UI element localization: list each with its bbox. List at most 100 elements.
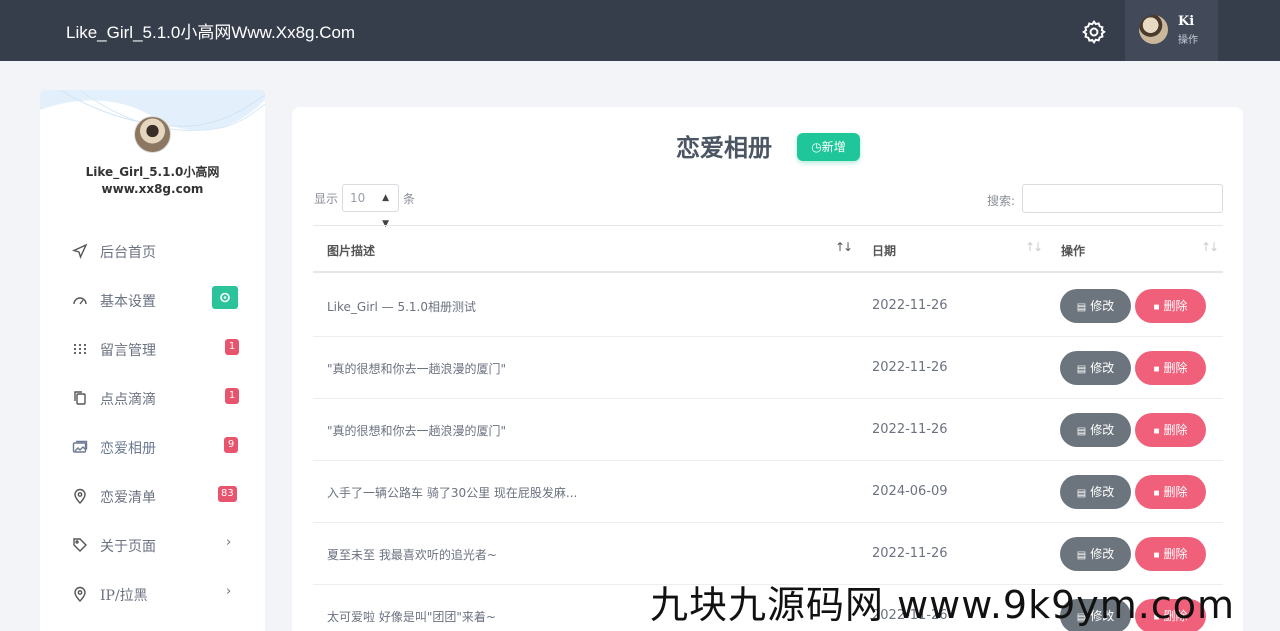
- edit-label: 修改: [1090, 547, 1115, 561]
- edit-button[interactable]: ▤ 修改: [1060, 351, 1131, 385]
- check-circle-icon: ◷: [811, 140, 822, 154]
- sidebar-item-label: 关于页面: [100, 539, 156, 555]
- edit-button[interactable]: ▤ 修改: [1060, 475, 1131, 509]
- sidebar-item-moments[interactable]: 点点滴滴 1: [40, 374, 265, 422]
- edit-button[interactable]: ▤ 修改: [1060, 289, 1131, 323]
- sidebar-item-about[interactable]: 关于页面 ›: [40, 521, 265, 569]
- table-row: "真的很想和你去一趟浪漫的厦门" 2022-11-26 ▤ 修改 ■ 删除: [313, 399, 1223, 461]
- site-avatar: [134, 116, 171, 153]
- sidebar-item-list[interactable]: 恋爱清单 83: [40, 472, 265, 520]
- sidebar-item-home[interactable]: 后台首页: [40, 227, 265, 275]
- edit-icon: ▤: [1076, 302, 1087, 313]
- column-header-date[interactable]: 日期: [872, 242, 896, 259]
- user-role: 操作: [1178, 35, 1198, 46]
- cell-description: "真的很想和你去一趟浪漫的厦门": [327, 362, 507, 376]
- location-pin-icon: [74, 586, 86, 602]
- chevron-right-icon: ›: [226, 584, 232, 599]
- cell-date: 2024-06-09: [872, 484, 948, 499]
- page-title: 恋爱相册: [676, 133, 772, 162]
- photo-icon: [72, 440, 88, 453]
- cell-description: Like_Girl — 5.1.0相册测试: [327, 300, 476, 314]
- grid-dots-icon: [73, 343, 87, 355]
- cell-description: "真的很想和你去一趟浪漫的厦门": [327, 424, 507, 438]
- page-length-select[interactable]: 10 ▲ ▼: [342, 184, 399, 229]
- search-label: 搜索:: [987, 194, 1016, 208]
- column-header-desc[interactable]: 图片描述: [327, 242, 375, 259]
- cell-date: 2022-11-26: [872, 422, 948, 437]
- sidebar-item-label: 点点滴滴: [100, 392, 156, 408]
- cell-description: 夏至未至 我最喜欢听的追光者~: [327, 548, 497, 562]
- gauge-icon: [73, 297, 87, 305]
- table-row: "真的很想和你去一趟浪漫的厦门" 2022-11-26 ▤ 修改 ■ 删除: [313, 337, 1223, 399]
- edit-icon: ▤: [1076, 364, 1087, 375]
- delete-label: 删除: [1163, 361, 1188, 375]
- sidebar-item-messages[interactable]: 留言管理 1: [40, 325, 265, 373]
- paper-plane-icon: [72, 243, 88, 259]
- sort-icon[interactable]: ↑↓: [835, 240, 853, 254]
- cell-date: 2022-11-26: [872, 298, 948, 313]
- count-badge: 1: [225, 339, 239, 355]
- chevron-right-icon: ›: [226, 535, 232, 550]
- delete-label: 删除: [1163, 423, 1188, 437]
- delete-button[interactable]: ■ 删除: [1135, 351, 1206, 385]
- gear-icon[interactable]: [1081, 19, 1107, 45]
- search-input[interactable]: [1022, 184, 1223, 213]
- user-menu[interactable]: Ki 操作: [1125, 0, 1218, 61]
- sort-icon[interactable]: ↑↓: [1201, 240, 1219, 254]
- edit-label: 修改: [1090, 299, 1115, 313]
- sidebar-item-label: 恋爱相册: [100, 441, 156, 457]
- edit-label: 修改: [1090, 361, 1115, 375]
- trash-icon: ■: [1153, 364, 1160, 375]
- settings-icon: [220, 292, 230, 303]
- count-badge: 83: [218, 486, 237, 502]
- sidebar-item-label: IP/拉黑: [100, 588, 148, 604]
- settings-badge: [212, 286, 238, 309]
- delete-button[interactable]: ■ 删除: [1135, 537, 1206, 571]
- cell-date: 2022-11-26: [872, 546, 948, 561]
- watermark-text: 九块九源码网 www.9k9ym.com: [650, 583, 1236, 627]
- length-suffix: 条: [403, 192, 416, 206]
- tag-icon: [73, 538, 87, 552]
- delete-button[interactable]: ■ 删除: [1135, 475, 1206, 509]
- edit-icon: ▤: [1076, 426, 1087, 437]
- sort-icon[interactable]: ↑↓: [1025, 240, 1043, 254]
- edit-icon: ▤: [1076, 488, 1087, 499]
- copy-icon: [74, 391, 86, 405]
- sidebar-item-settings[interactable]: 基本设置: [40, 276, 265, 324]
- delete-button[interactable]: ■ 删除: [1135, 289, 1206, 323]
- delete-button[interactable]: ■ 删除: [1135, 413, 1206, 447]
- delete-label: 删除: [1163, 547, 1188, 561]
- edit-button[interactable]: ▤ 修改: [1060, 413, 1131, 447]
- cell-description: 入手了一辆公路车 骑了30公里 现在屁股发麻...: [327, 486, 578, 500]
- sidebar: Like_Girl_5.1.0小高网 www.xx8g.com 后台首页 基本设…: [40, 90, 265, 631]
- add-button-label: 新增: [821, 140, 846, 154]
- delete-label: 删除: [1163, 485, 1188, 499]
- site-url: www.xx8g.com: [101, 182, 204, 196]
- cell-description: 太可爱啦 好像是叫"团团"来着~: [327, 610, 496, 624]
- trash-icon: ■: [1153, 302, 1160, 313]
- top-navbar: Like_Girl_5.1.0小高网Www.Xx8g.Com Ki 操作: [0, 0, 1280, 61]
- user-name: Ki: [1178, 14, 1195, 29]
- sidebar-item-album[interactable]: 恋爱相册 9: [40, 423, 265, 471]
- trash-icon: ■: [1153, 550, 1160, 561]
- edit-button[interactable]: ▤ 修改: [1060, 537, 1131, 571]
- count-badge: 1: [225, 388, 239, 404]
- edit-label: 修改: [1090, 485, 1115, 499]
- user-avatar: [1139, 15, 1168, 44]
- sidebar-item-ip-block[interactable]: IP/拉黑 ›: [40, 570, 265, 618]
- table-row: Like_Girl — 5.1.0相册测试 2022-11-26 ▤ 修改 ■ 删除: [313, 275, 1223, 337]
- column-header-actions: 操作: [1061, 244, 1086, 258]
- table-header: 图片描述 ↑↓ 日期 ↑↓ 操作 ↑↓: [313, 225, 1223, 273]
- page-length-value: 10: [350, 191, 366, 205]
- trash-icon: ■: [1153, 426, 1160, 437]
- cell-date: 2022-11-26: [872, 360, 948, 375]
- table-row: 入手了一辆公路车 骑了30公里 现在屁股发麻... 2024-06-09 ▤ 修改…: [313, 461, 1223, 523]
- site-brand[interactable]: Like_Girl_5.1.0小高网Www.Xx8g.Com: [66, 18, 355, 43]
- trash-icon: ■: [1153, 488, 1160, 499]
- add-button[interactable]: ◷新增: [797, 133, 860, 161]
- length-prefix: 显示: [314, 192, 339, 206]
- sidebar-item-label: 基本设置: [100, 294, 156, 310]
- delete-label: 删除: [1163, 299, 1188, 313]
- album-card: 恋爱相册 ◷新增 显示 10 ▲ ▼ 条 搜索: 图片描述 ↑↓ 日期 ↑↓ 操作…: [292, 107, 1243, 631]
- sidebar-item-label: 恋爱清单: [100, 490, 156, 506]
